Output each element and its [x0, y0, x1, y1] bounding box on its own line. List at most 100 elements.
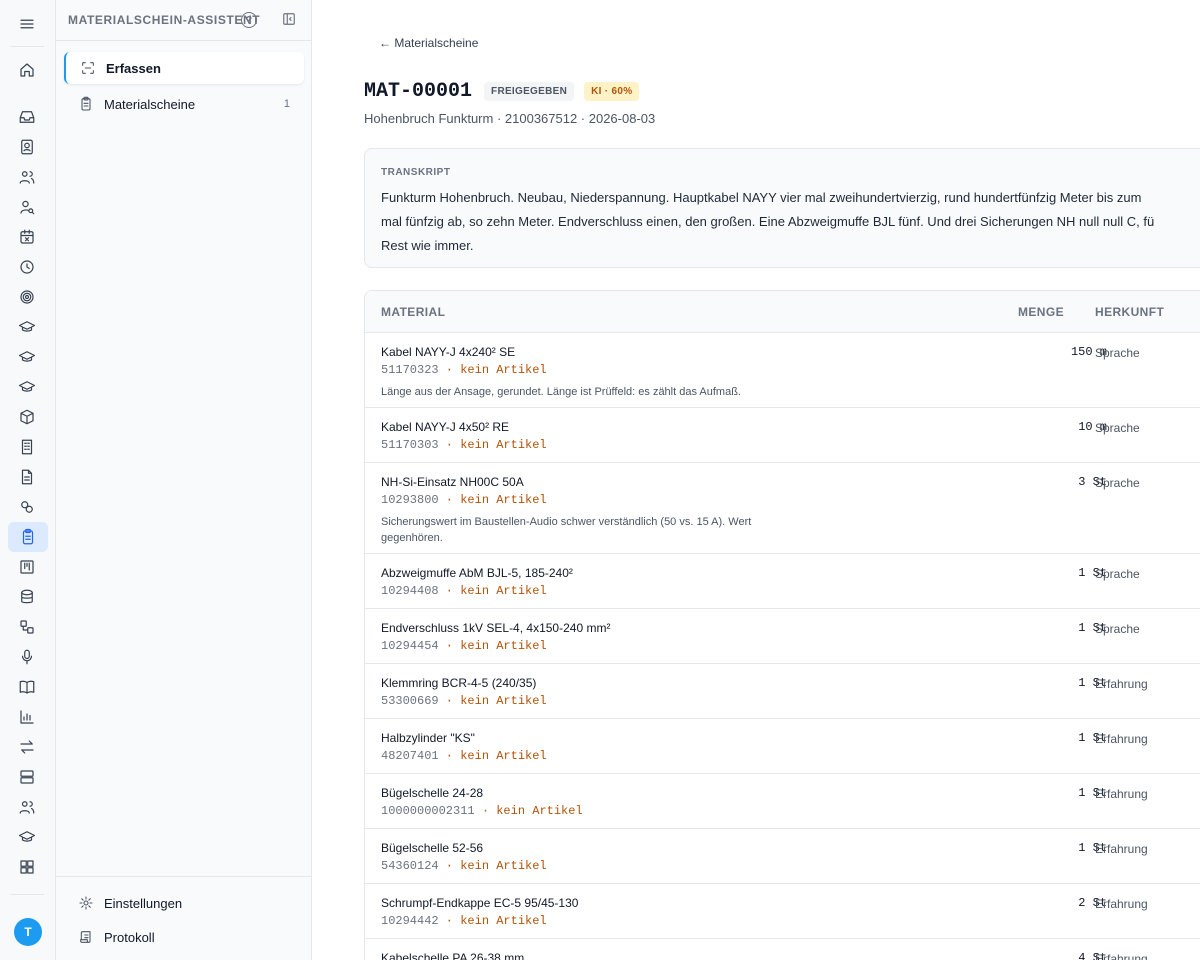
- table-row[interactable]: Endverschluss 1kV SEL-4, 4x150-240 mm² 10…: [365, 609, 1200, 664]
- users-icon[interactable]: [13, 163, 41, 191]
- material-name: Schrumpf-Endkappe EC-5 95/45-130: [381, 896, 579, 910]
- sidebar-item-label: Materialscheine: [104, 96, 196, 112]
- scan-icon: [82, 62, 94, 74]
- book-icon[interactable]: [13, 673, 41, 701]
- server-icon[interactable]: [13, 763, 41, 791]
- graduation-cap-icon[interactable]: [13, 343, 41, 371]
- table-row[interactable]: Abzweigmuffe AbM BJL-5, 185-240² 10294408…: [365, 554, 1200, 609]
- kanban-icon[interactable]: [13, 553, 41, 581]
- table-row[interactable]: Bügelschelle 52-56 54360124 · kein Artike…: [365, 829, 1200, 884]
- icon-rail: T: [0, 0, 56, 960]
- database-icon[interactable]: [13, 583, 41, 611]
- table-row[interactable]: Kabelschelle PA 26-38 mm 4 St Erfahrung: [365, 939, 1200, 960]
- arrows-swap-icon[interactable]: [13, 733, 41, 761]
- table-row[interactable]: Bügelschelle 24-28 1000000002311 · kein A…: [365, 774, 1200, 829]
- target-icon[interactable]: [13, 283, 41, 311]
- sidebar-item-label: Einstellungen: [104, 895, 183, 911]
- material-code: 48207401 · kein Artikel: [381, 749, 547, 763]
- sidebar-item-einstellungen[interactable]: Einstellungen: [64, 887, 302, 919]
- source-label: Erfahrung: [1095, 842, 1148, 856]
- microphone-icon[interactable]: [13, 643, 41, 671]
- clipboard-icon: [81, 96, 91, 111]
- building-icon[interactable]: [13, 433, 41, 461]
- material-code: 10294454 · kein Artikel: [381, 639, 547, 653]
- clock-icon[interactable]: [13, 253, 41, 281]
- article-status: kein Artikel: [460, 914, 547, 928]
- sidebar: MATERIALSCHEIN-ASSISTENT ? Erfassen Mate…: [56, 0, 312, 960]
- separator: ·: [438, 438, 461, 452]
- column-header-menge[interactable]: MENGE: [1018, 305, 1064, 319]
- article-number: 10293800: [381, 493, 439, 507]
- calendar-x-icon[interactable]: [13, 223, 41, 251]
- article-status: kein Artikel: [460, 493, 547, 507]
- help-icon[interactable]: ?: [241, 12, 257, 28]
- material-name: Bügelschelle 24-28: [381, 786, 484, 800]
- table-body: Kabel NAYY-J 4x240² SE 51170323 · kein Ar…: [365, 333, 1200, 960]
- source-label: Sprache: [1095, 567, 1140, 581]
- material-name: Kabel NAYY-J 4x240² SE: [381, 345, 516, 359]
- sidebar-item-protokoll[interactable]: Protokoll: [64, 921, 302, 953]
- material-name: NH-Si-Einsatz NH00C 50A: [381, 475, 524, 489]
- sidebar-footer: Einstellungen Protokoll: [56, 876, 311, 945]
- source-label: Sprache: [1095, 421, 1140, 435]
- sidebar-item-label: Erfassen: [106, 60, 161, 76]
- column-header-material[interactable]: MATERIAL: [381, 305, 445, 319]
- sidebar-item-materialscheine[interactable]: Materialscheine 1: [64, 88, 302, 120]
- graduation-cap-icon[interactable]: [13, 373, 41, 401]
- avatar[interactable]: T: [14, 918, 42, 946]
- page-title: MAT-00001: [364, 80, 473, 103]
- table-row[interactable]: Schrumpf-Endkappe EC-5 95/45-130 10294442…: [365, 884, 1200, 939]
- transcript-line: Funkturm Hohenbruch. Neubau, Niederspann…: [381, 190, 1142, 205]
- sidebar-item-label: Protokoll: [104, 929, 155, 945]
- material-name: Klemmring BCR-4-5 (240/35): [381, 676, 537, 690]
- home-icon[interactable]: [13, 56, 41, 84]
- collapse-sidebar-icon[interactable]: [282, 12, 296, 26]
- material-code: 1000000002311 · kein Artikel: [381, 804, 583, 818]
- source-label: Erfahrung: [1095, 787, 1148, 801]
- separator: ·: [438, 584, 461, 598]
- stamp-icon[interactable]: [13, 493, 41, 521]
- users-icon[interactable]: [13, 793, 41, 821]
- article-number: 51170323: [381, 363, 439, 377]
- table-row[interactable]: Halbzylinder "KS" 48207401 · kein Artikel…: [365, 719, 1200, 774]
- sidebar-title: MATERIALSCHEIN-ASSISTENT: [68, 13, 261, 27]
- title-row: MAT-00001 FREIGEGEBEN KI · 60%: [364, 80, 640, 103]
- workflow-icon[interactable]: [13, 613, 41, 641]
- graduation-cap-icon[interactable]: [13, 313, 41, 341]
- article-status: kein Artikel: [460, 584, 547, 598]
- material-name: Kabelschelle PA 26-38 mm: [381, 951, 525, 960]
- table-row[interactable]: Kabel NAYY-J 4x240² SE 51170323 · kein Ar…: [365, 333, 1200, 408]
- transcript-line: mal fünfzig ab, so zehn Meter. Endversch…: [381, 214, 1155, 229]
- sidebar-item-erfassen[interactable]: Erfassen: [64, 52, 304, 84]
- table-header: MATERIAL MENGE HERKUNFT: [365, 291, 1200, 333]
- grid-icon[interactable]: [13, 853, 41, 881]
- rail-divider: [10, 894, 44, 895]
- contact-card-icon[interactable]: [13, 133, 41, 161]
- package-icon[interactable]: [13, 403, 41, 431]
- material-code: 53300669 · kein Artikel: [381, 694, 547, 708]
- rail-divider: [10, 46, 44, 47]
- table-row[interactable]: Kabel NAYY-J 4x50² RE 51170303 · kein Art…: [365, 408, 1200, 463]
- article-number: 10294408: [381, 584, 439, 598]
- back-link[interactable]: ← Materialscheine: [379, 36, 478, 50]
- separator: ·: [438, 859, 461, 873]
- user-search-icon[interactable]: [13, 193, 41, 221]
- bar-chart-icon[interactable]: [13, 703, 41, 731]
- material-table: MATERIAL MENGE HERKUNFT Kabel NAYY-J 4x2…: [364, 290, 1200, 960]
- clipboard-icon[interactable]: [8, 522, 48, 552]
- article-status: kein Artikel: [460, 639, 547, 653]
- separator: ·: [438, 639, 461, 653]
- transcript-text: Funkturm Hohenbruch. Neubau, Niederspann…: [381, 186, 1200, 258]
- table-row[interactable]: NH-Si-Einsatz NH00C 50A 10293800 · kein A…: [365, 463, 1200, 554]
- column-header-herkunft[interactable]: HERKUNFT: [1095, 305, 1164, 319]
- ki-confidence-badge: KI · 60%: [584, 82, 640, 101]
- table-row[interactable]: Klemmring BCR-4-5 (240/35) 53300669 · kei…: [365, 664, 1200, 719]
- file-text-icon[interactable]: [13, 463, 41, 491]
- article-number: 51170303: [381, 438, 439, 452]
- material-code: 51170323 · kein Artikel: [381, 363, 547, 377]
- article-status: kein Artikel: [460, 438, 547, 452]
- graduation-cap-icon[interactable]: [13, 823, 41, 851]
- article-status: kein Artikel: [460, 694, 547, 708]
- inbox-icon[interactable]: [13, 103, 41, 131]
- menu-icon[interactable]: [13, 10, 41, 38]
